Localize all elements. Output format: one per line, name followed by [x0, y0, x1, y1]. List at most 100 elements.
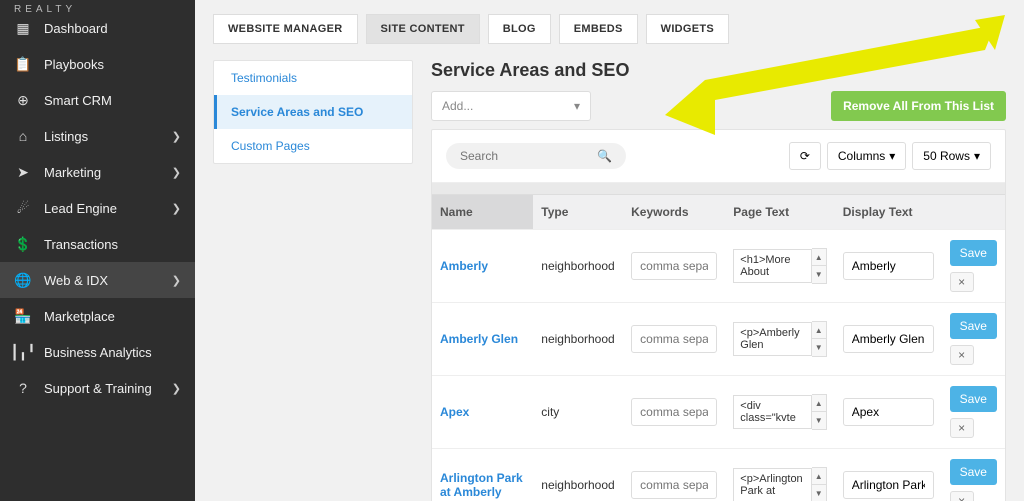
table-row: Amberly neighborhood <h1>More About▲▼ Save ×	[432, 230, 1005, 303]
globe-icon: 🌐	[14, 271, 32, 289]
column-header[interactable]: Name	[432, 195, 533, 230]
sidebar-item-label: Listings	[44, 129, 172, 144]
add-select-label: Add...	[442, 99, 473, 113]
stepper-down[interactable]: ▼	[812, 412, 826, 429]
columns-button[interactable]: Columns▾	[827, 142, 906, 170]
page-text-field[interactable]: <p>Amberly Glen	[733, 322, 811, 356]
tab-widgets[interactable]: WIDGETS	[646, 14, 729, 44]
sidebar-item-label: Playbooks	[44, 57, 181, 72]
sidebar-item-label: Lead Engine	[44, 201, 172, 216]
display-text-input[interactable]	[843, 252, 934, 280]
sidebar-item-transactions[interactable]: 💲Transactions	[0, 226, 195, 262]
column-header[interactable]: Display Text	[835, 195, 942, 230]
refresh-icon: ⟳	[800, 149, 810, 163]
row-type: neighborhood	[533, 230, 623, 303]
row-name-link[interactable]: Amberly Glen	[440, 332, 518, 346]
chevron-right-icon: ❯	[172, 274, 181, 287]
chart-icon: ┃╻╹	[14, 343, 32, 361]
subnav-item-testimonials[interactable]: Testimonials	[214, 61, 412, 95]
display-text-input[interactable]	[843, 398, 934, 426]
send-icon: ➤	[14, 163, 32, 181]
sidebar-item-marketing[interactable]: ➤ Marketing❯	[0, 154, 195, 190]
table-row: Amberly Glen neighborhood <p>Amberly Glen▲…	[432, 303, 1005, 376]
magnet-icon: ☄	[14, 199, 32, 217]
keywords-input[interactable]	[631, 325, 717, 353]
subnav-item-service-areas-and-seo[interactable]: Service Areas and SEO	[214, 95, 412, 129]
home-icon: ⌂	[14, 127, 32, 145]
delete-button[interactable]: ×	[950, 491, 974, 501]
sidebar-item-business-analytics[interactable]: ┃╻╹Business Analytics	[0, 334, 195, 370]
sidebar-item-support-training[interactable]: ?Support & Training❯	[0, 370, 195, 406]
display-text-input[interactable]	[843, 325, 934, 353]
table-card: 🔍 ⟳ Columns▾ 50 Rows ▾ NameTypeKeywordsPa…	[431, 129, 1006, 501]
row-name-link[interactable]: Apex	[440, 405, 469, 419]
chevron-down-icon: ▾	[974, 149, 980, 163]
money-icon: 💲	[14, 235, 32, 253]
stepper-down[interactable]: ▼	[812, 266, 826, 283]
delete-button[interactable]: ×	[950, 272, 974, 292]
sidebar-item-smart-crm[interactable]: ⊕Smart CRM	[0, 82, 195, 118]
horizontal-scrollbar[interactable]	[432, 183, 1005, 195]
page-text-field[interactable]: <div class="kvte	[733, 395, 811, 429]
chevron-right-icon: ❯	[172, 130, 181, 143]
display-text-input[interactable]	[843, 471, 934, 499]
nav-list: ▦Dashboard📋Playbooks⊕Smart CRM⌂Listings❯…	[0, 10, 195, 406]
grid-icon: ▦	[14, 19, 32, 37]
chevron-right-icon: ❯	[172, 202, 181, 215]
store-icon: 🏪	[14, 307, 32, 325]
chevron-right-icon: ❯	[172, 166, 181, 179]
sidebar-item-label: Marketing	[44, 165, 172, 180]
delete-button[interactable]: ×	[950, 345, 974, 365]
save-button[interactable]: Save	[950, 386, 997, 412]
save-button[interactable]: Save	[950, 459, 997, 485]
tab-embeds[interactable]: EMBEDS	[559, 14, 638, 44]
stepper-up[interactable]: ▲	[812, 249, 826, 266]
logo: REALTY	[0, 0, 195, 10]
sidebar-item-lead-engine[interactable]: ☄ Lead Engine❯	[0, 190, 195, 226]
page-title: Service Areas and SEO	[431, 60, 629, 81]
row-name-link[interactable]: Amberly	[440, 259, 488, 273]
stepper-up[interactable]: ▲	[812, 322, 826, 339]
tab-website-manager[interactable]: WEBSITE MANAGER	[213, 14, 358, 44]
sidebar-item-label: Marketplace	[44, 309, 181, 324]
delete-button[interactable]: ×	[950, 418, 974, 438]
stepper-down[interactable]: ▼	[812, 485, 826, 501]
save-button[interactable]: Save	[950, 313, 997, 339]
search-wrap[interactable]: 🔍	[446, 143, 626, 169]
sidebar-item-label: Dashboard	[44, 21, 181, 36]
remove-all-button[interactable]: Remove All From This List	[831, 91, 1006, 121]
stepper-up[interactable]: ▲	[812, 395, 826, 412]
add-select[interactable]: Add... ▾	[431, 91, 591, 121]
keywords-input[interactable]	[631, 398, 717, 426]
data-table: NameTypeKeywordsPage TextDisplay Text Am…	[432, 195, 1005, 501]
column-header[interactable]: Type	[533, 195, 623, 230]
target-icon: ⊕	[14, 91, 32, 109]
sidebar-item-marketplace[interactable]: 🏪 Marketplace	[0, 298, 195, 334]
page-text-field[interactable]: <h1>More About	[733, 249, 811, 283]
column-header[interactable]: Keywords	[623, 195, 725, 230]
column-header[interactable]: Page Text	[725, 195, 834, 230]
sidebar-item-label: Support & Training	[44, 381, 172, 396]
save-button[interactable]: Save	[950, 240, 997, 266]
sidebar-item-listings[interactable]: ⌂ Listings❯	[0, 118, 195, 154]
sidebar-item-web-idx[interactable]: 🌐Web & IDX❯	[0, 262, 195, 298]
search-input[interactable]	[460, 149, 597, 163]
rows-button[interactable]: 50 Rows ▾	[912, 142, 991, 170]
subnav-item-custom-pages[interactable]: Custom Pages	[214, 129, 412, 163]
row-name-link[interactable]: Arlington Park at Amberly	[440, 471, 523, 499]
sidebar-item-dashboard[interactable]: ▦ Dashboard	[0, 10, 195, 46]
page-text-field[interactable]: <p>Arlington Park at	[733, 468, 811, 501]
keywords-input[interactable]	[631, 471, 717, 499]
stepper-up[interactable]: ▲	[812, 468, 826, 485]
keywords-input[interactable]	[631, 252, 717, 280]
tab-site-content[interactable]: SITE CONTENT	[366, 14, 480, 44]
search-icon: 🔍	[597, 149, 612, 163]
column-header[interactable]	[942, 195, 1005, 230]
stepper-down[interactable]: ▼	[812, 339, 826, 356]
tab-blog[interactable]: BLOG	[488, 14, 551, 44]
chevron-down-icon: ▾	[889, 149, 895, 163]
row-type: neighborhood	[533, 303, 623, 376]
sidebar-item-playbooks[interactable]: 📋Playbooks	[0, 46, 195, 82]
rows-label: 50 Rows	[923, 149, 970, 163]
refresh-button[interactable]: ⟳	[789, 142, 821, 170]
